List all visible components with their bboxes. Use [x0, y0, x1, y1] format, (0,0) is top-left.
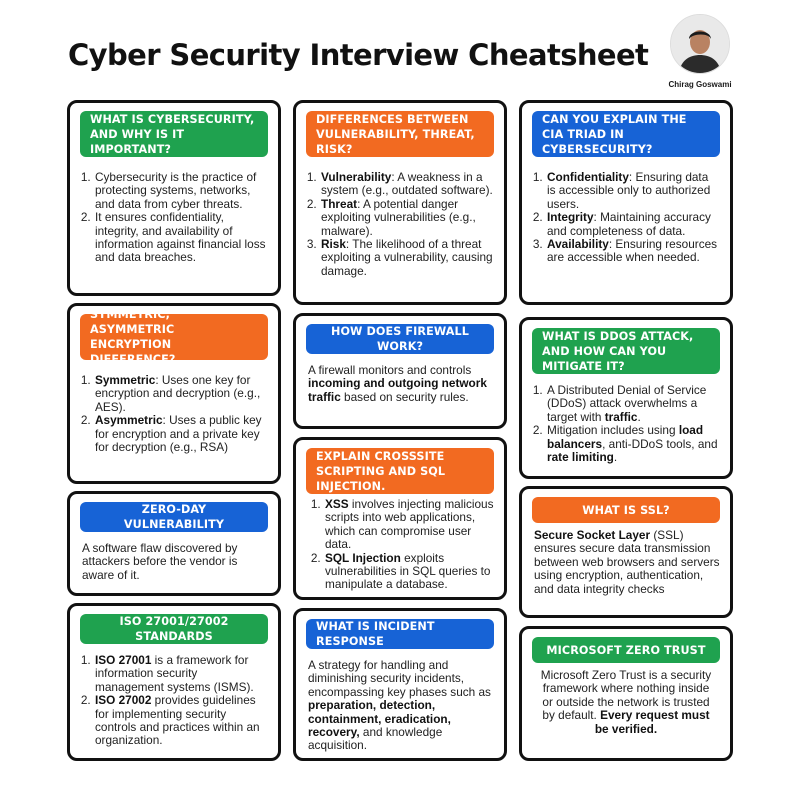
term: ISO 27001	[95, 653, 152, 667]
card-vuln-threat-risk: DIFFERENCES BETWEEN VULNERABILITY, THREA…	[293, 100, 507, 305]
card-header: WHAT IS INCIDENT RESPONSE	[306, 619, 494, 649]
card-header: WHAT IS SSL?	[532, 497, 720, 523]
card-ssl: WHAT IS SSL? Secure Socket Layer (SSL) e…	[519, 486, 733, 618]
list-item: Vulnerability: A weakness in a system (e…	[320, 170, 494, 198]
term: Confidentiality	[547, 170, 629, 184]
text-part: Mitigation includes using	[547, 423, 679, 438]
card-text: A software flaw discovered by attackers …	[82, 541, 238, 582]
card-iso: ISO 27001/27002 STANDARDS ISO 27001 is a…	[67, 603, 281, 761]
text-part: A firewall monitors and controls	[308, 363, 472, 377]
text-part: , anti-DDoS tools, and	[602, 436, 718, 451]
text-part: based on security rules.	[340, 389, 469, 404]
page-title: Cyber Security Interview Cheatsheet	[68, 38, 649, 72]
card-cybersecurity: WHAT IS CYBERSECURITY, AND WHY IS IT IMP…	[67, 100, 281, 296]
list-item: Symmetric: Uses one key for encryption a…	[94, 373, 268, 414]
list-item: Confidentiality: Ensuring data is access…	[546, 170, 720, 211]
card-text: A strategy for handling and diminishing …	[308, 658, 494, 753]
list-item: Mitigation includes using load balancers…	[546, 423, 720, 465]
text-bold: Secure Socket Layer	[534, 528, 651, 542]
card-header: HOW DOES FIREWALL WORK?	[306, 324, 494, 354]
card-zero-trust: MICROSOFT ZERO TRUST Microsoft Zero Trus…	[519, 626, 733, 761]
card-zero-day: ZERO-DAY VULNERABILITY A software flaw d…	[67, 491, 281, 596]
person-avatar-icon	[670, 14, 730, 74]
card-header: CAN YOU EXPLAIN THE CIA TRIAD IN CYBERSE…	[532, 111, 720, 157]
card-header: ISO 27001/27002 STANDARDS	[80, 614, 268, 644]
card-text: Secure Socket Layer (SSL) ensures secure…	[534, 528, 720, 596]
term: SQL Injection	[325, 550, 401, 565]
term: Asymmetric	[95, 413, 163, 428]
card-body: A strategy for handling and diminishing …	[308, 658, 494, 753]
author-block: Chirag Goswami	[660, 14, 740, 89]
text-bold: traffic	[604, 409, 638, 424]
card-encryption: SYMMETRIC, ASYMMETRIC ENCRYPTION DIFFERE…	[67, 303, 281, 484]
card-header: ZERO-DAY VULNERABILITY	[80, 502, 268, 532]
list-item: Risk: The likelihood of a threat exploit…	[320, 237, 494, 278]
card-body: A Distributed Denial of Service (DDoS) a…	[534, 383, 720, 465]
card-header: WHAT IS CYBERSECURITY, AND WHY IS IT IMP…	[80, 111, 268, 157]
definition: involves injecting malicious scripts int…	[325, 497, 494, 552]
card-body: A firewall monitors and controls incomin…	[308, 363, 494, 404]
text-bold: Every request must be verified.	[594, 708, 710, 736]
card-header: EXPLAIN CROSSSITE SCRIPTING AND SQL INJE…	[306, 448, 494, 494]
card-firewall: HOW DOES FIREWALL WORK? A firewall monit…	[293, 313, 507, 429]
card-header: DIFFERENCES BETWEEN VULNERABILITY, THREA…	[306, 111, 494, 157]
author-name: Chirag Goswami	[668, 80, 732, 89]
card-body: Symmetric: Uses one key for encryption a…	[82, 373, 268, 454]
list-item: XSS involves injecting malicious scripts…	[324, 497, 494, 552]
list-item: Threat: A potential danger exploiting vu…	[320, 196, 494, 238]
card-body: Confidentiality: Ensuring data is access…	[534, 170, 720, 265]
term: XSS	[325, 497, 349, 511]
list-item: ISO 27002 provides guidelines for implem…	[94, 693, 268, 748]
term: ISO 27002	[95, 693, 152, 708]
list-item: Integrity: Maintaining accuracy and comp…	[546, 210, 720, 238]
card-incident: WHAT IS INCIDENT RESPONSE A strategy for…	[293, 608, 507, 761]
list-item: A Distributed Denial of Service (DDoS) a…	[546, 383, 720, 424]
term: Integrity	[547, 210, 594, 225]
term: Threat	[321, 196, 358, 211]
card-body: ISO 27001 is a framework for information…	[82, 653, 268, 748]
card-body: XSS involves injecting malicious scripts…	[312, 497, 494, 592]
list-item: Asymmetric: Uses a public key for encryp…	[94, 414, 268, 454]
card-cia: CAN YOU EXPLAIN THE CIA TRIAD IN CYBERSE…	[519, 100, 733, 305]
card-body: Secure Socket Layer (SSL) ensures secure…	[534, 528, 720, 596]
card-header: WHAT IS DDOS ATTACK, AND HOW CAN YOU MIT…	[532, 328, 720, 374]
card-ddos: WHAT IS DDOS ATTACK, AND HOW CAN YOU MIT…	[519, 317, 733, 479]
list-item: Availability: Ensuring resources are acc…	[546, 237, 720, 265]
text-part: .	[613, 450, 618, 465]
term: Vulnerability	[321, 170, 392, 184]
term: Availability	[547, 237, 609, 252]
card-body: Microsoft Zero Trust is a security frame…	[536, 668, 716, 736]
card-body: Vulnerability: A weakness in a system (e…	[308, 170, 494, 278]
card-body: Cybersecurity is the practice of protect…	[82, 170, 268, 265]
term: Risk	[321, 237, 346, 252]
card-text: A firewall monitors and controls incomin…	[308, 363, 494, 404]
definition: : The likelihood of a threat exploiting …	[321, 237, 493, 278]
list-item: SQL Injection exploits vulnerabilities i…	[324, 550, 494, 592]
card-header: MICROSOFT ZERO TRUST	[532, 637, 720, 663]
card-body: A software flaw discovered by attackers …	[82, 541, 268, 582]
list-item: Cybersecurity is the practice of protect…	[94, 170, 268, 211]
text-part: .	[637, 409, 641, 424]
text-part: A strategy for handling and diminishing …	[308, 658, 491, 699]
list-item: ISO 27001 is a framework for information…	[94, 653, 268, 694]
text-bold: rate limiting	[547, 450, 614, 465]
card-xss-sql: EXPLAIN CROSSSITE SCRIPTING AND SQL INJE…	[293, 437, 507, 600]
card-header: SYMMETRIC, ASYMMETRIC ENCRYPTION DIFFERE…	[80, 308, 268, 366]
term: Symmetric	[95, 373, 156, 387]
list-item: It ensures confidentiality, integrity, a…	[94, 211, 268, 265]
card-text: Microsoft Zero Trust is a security frame…	[536, 668, 716, 736]
